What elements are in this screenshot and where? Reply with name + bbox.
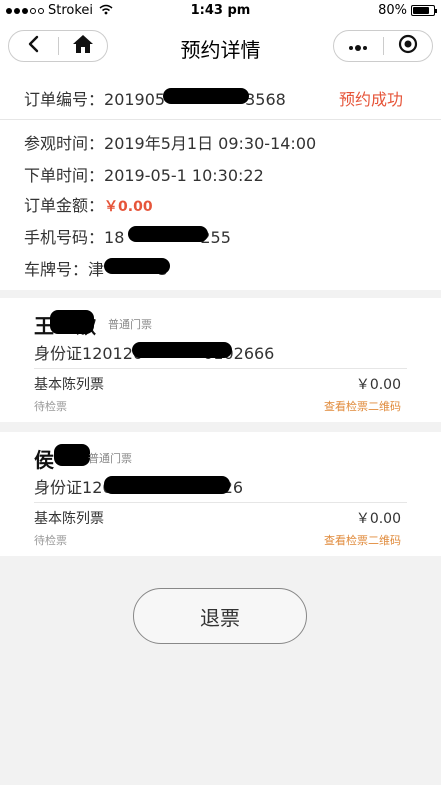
target-close-icon (398, 34, 418, 58)
battery-icon (411, 5, 437, 16)
order-status: 预约成功 (338, 90, 403, 109)
navigation-bar: 预约详情 (0, 22, 441, 70)
redaction-mark (50, 310, 94, 334)
phone-label: 手机号码： (24, 228, 105, 247)
close-button[interactable] (384, 31, 433, 61)
more-button[interactable] (334, 31, 383, 61)
order-number-value: 201905 (104, 90, 166, 109)
ticket-price: ￥0.00 (355, 377, 401, 393)
visit-time-row: 参观时间：2019年5月1日 09:30-14:00 (24, 130, 316, 154)
status-right: 80% (378, 3, 437, 18)
amount-value: ￥0.00 (104, 199, 153, 215)
visitor-name-first: 侯 (34, 448, 54, 472)
order-number-label: 订单编号： (24, 90, 105, 109)
view-qr-link[interactable]: 查看检票二维码 (324, 532, 401, 548)
ticket-card: 王欣 普通门票 身份证1201200102666 基本陈列票 ￥0.00 待检票… (0, 298, 441, 422)
ticket-kind: 基本陈列票 (34, 377, 104, 393)
phone-value: 18 (104, 228, 125, 247)
battery-level (413, 7, 429, 14)
check-status: 待检票 (34, 534, 67, 547)
plate-label: 车牌号： (24, 260, 89, 279)
redaction-mark (104, 258, 170, 274)
battery-percent: 80% (378, 3, 407, 18)
id-label: 身份证 (34, 478, 83, 497)
status-time: 1:43 pm (190, 3, 251, 18)
order-number-tail: 3568 (245, 90, 286, 109)
amount-label: 订单金额： (24, 196, 105, 215)
redaction-mark (163, 88, 249, 104)
order-time-value: 2019-05-1 10:30:22 (104, 166, 264, 185)
visit-time-label: 参观时间： (24, 134, 105, 153)
nav-right-capsule (333, 30, 433, 62)
ticket-kind: 基本陈列票 (34, 511, 104, 527)
divider (34, 502, 407, 503)
order-header: 订单编号：201905 3568 预约成功 (0, 70, 441, 120)
amount-row: 订单金额：￥0.00 (24, 192, 153, 216)
redaction-mark (132, 342, 232, 358)
ticket-price: ￥0.00 (355, 511, 401, 527)
ticket-type: 普通门票 (88, 452, 132, 465)
redaction-mark (54, 444, 90, 466)
refund-button[interactable]: 退票 (133, 588, 307, 644)
redaction-mark (104, 476, 230, 494)
plate-value: 津 (88, 260, 105, 279)
order-time-row: 下单时间：2019-05-1 10:30:22 (24, 162, 264, 186)
more-dots-icon (347, 37, 369, 56)
check-status: 待检票 (34, 400, 67, 413)
divider (34, 368, 407, 369)
view-qr-link[interactable]: 查看检票二维码 (324, 398, 401, 414)
visit-time-value: 2019年5月1日 09:30-14:00 (104, 134, 317, 153)
ticket-card: 侯 普通门票 身份证120226 基本陈列票 ￥0.00 待检票 查看检票二维码 (0, 432, 441, 556)
visitor-name: 侯 (34, 444, 54, 473)
order-info-card: 订单编号：201905 3568 预约成功 参观时间：2019年5月1日 09:3… (0, 70, 441, 290)
id-label: 身份证 (34, 344, 83, 363)
order-time-label: 下单时间： (24, 166, 105, 185)
status-bar: Strokei 1:43 pm 80% (0, 0, 441, 22)
redaction-mark (128, 226, 208, 242)
ticket-type: 普通门票 (108, 318, 152, 331)
